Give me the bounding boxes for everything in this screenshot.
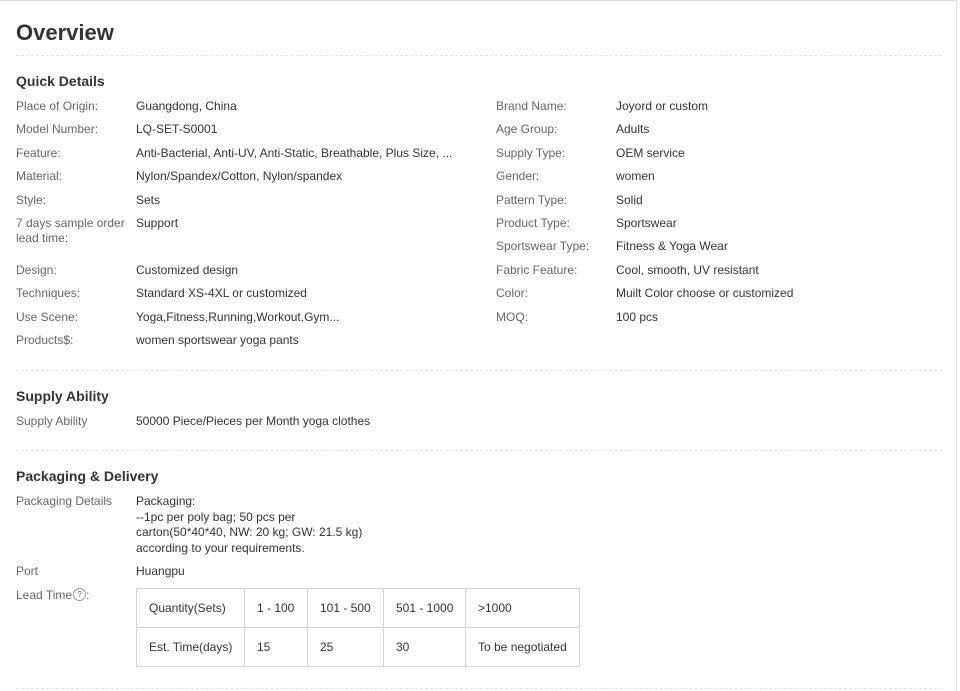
supply-ability-value: 50000 Piece/Pieces per Month yoga clothe… xyxy=(136,414,371,428)
detail-value-age-group: Adults xyxy=(616,122,650,136)
detail-label-feature: Feature: xyxy=(16,146,61,160)
detail-value-place-of-origin: Guangdong, China xyxy=(136,99,237,113)
detail-label-material: Material: xyxy=(16,169,63,183)
detail-label-product-type: Product Type: xyxy=(496,216,570,230)
detail-value-techniques: Standard XS-4XL or customized xyxy=(136,286,307,300)
lead-time-label-group: Lead Time?: xyxy=(16,588,128,603)
detail-value-use-scene: Yoga,Fitness,Running,Workout,Gym... xyxy=(136,310,340,324)
port-label: Port xyxy=(16,564,39,578)
packaging-details-line: according to your requirements. xyxy=(136,540,305,555)
port-value: Huangpu xyxy=(136,564,185,578)
detail-value-products: women sportswear yoga pants xyxy=(136,333,299,347)
detail-value-gender: women xyxy=(616,169,655,183)
table-row: Quantity(Sets) 1 - 100 101 - 500 501 - 1… xyxy=(136,588,580,628)
detail-value-model-number: LQ-SET-S0001 xyxy=(136,122,218,136)
detail-value-brand-name: Joyord or custom xyxy=(616,99,709,113)
packaging-details-line: Packaging: xyxy=(136,494,196,508)
packaging-details-value: Packaging: --1pc per poly bag; 50 pcs pe… xyxy=(136,494,362,556)
page-title: Overview xyxy=(16,20,114,45)
detail-label-moq: MOQ: xyxy=(496,310,528,324)
detail-label-gender: Gender: xyxy=(496,169,540,183)
detail-value-sportswear-type: Fitness & Yoga Wear xyxy=(616,239,728,253)
detail-label-style: Style: xyxy=(16,193,47,207)
table-cell: To be negotiated xyxy=(465,627,580,667)
detail-label-fabric-feature: Fabric Feature: xyxy=(496,263,578,277)
divider xyxy=(16,370,942,371)
table-header-cell: >1000 xyxy=(465,588,580,628)
detail-label-model-number: Model Number: xyxy=(16,122,99,136)
table-cell: Est. Time(days) xyxy=(136,627,245,667)
detail-value-color: Muilt Color choose or customized xyxy=(616,286,794,300)
detail-value-style: Sets xyxy=(136,193,161,207)
divider xyxy=(16,55,942,56)
detail-label-use-scene: Use Scene: xyxy=(16,310,79,324)
table-cell: 25 xyxy=(307,627,384,667)
detail-value-product-type: Sportswear xyxy=(616,216,677,230)
detail-value-pattern-type: Solid xyxy=(616,193,643,207)
detail-value-feature: Anti-Bacterial, Anti-UV, Anti-Static, Br… xyxy=(136,146,453,160)
detail-value-fabric-feature: Cool, smooth, UV resistant xyxy=(616,263,759,277)
detail-value-supply-type: OEM service xyxy=(616,146,685,160)
quick-details-heading: Quick Details xyxy=(16,73,105,89)
lead-time-label: Lead Time xyxy=(16,588,73,602)
detail-label-products: Products$: xyxy=(16,333,74,347)
lead-time-colon: : xyxy=(86,588,90,602)
lead-time-table: Quantity(Sets) 1 - 100 101 - 500 501 - 1… xyxy=(136,588,580,667)
packaging-details-line: carton(50*40*40, NW: 20 kg; GW: 21.5 kg) xyxy=(136,525,363,539)
table-header-cell: 101 - 500 xyxy=(307,588,384,628)
packaging-details-line: --1pc per poly bag; 50 pcs per xyxy=(136,509,296,524)
divider xyxy=(16,688,942,689)
detail-value-material: Nylon/Spandex/Cotton, Nylon/spandex xyxy=(136,169,343,183)
table-header-cell: 501 - 1000 xyxy=(383,588,466,628)
detail-label-design: Design: xyxy=(16,263,57,277)
detail-label-pattern-type: Pattern Type: xyxy=(496,193,568,207)
supply-ability-heading: Supply Ability xyxy=(16,388,109,404)
supply-ability-label: Supply Ability xyxy=(16,414,88,428)
detail-label-supply-type: Supply Type: xyxy=(496,146,566,160)
detail-label-brand-name: Brand Name: xyxy=(496,99,567,113)
help-icon[interactable]: ? xyxy=(73,588,87,602)
detail-label-color: Color: xyxy=(496,286,529,300)
packaging-details-label: Packaging Details xyxy=(16,494,113,508)
divider xyxy=(16,450,942,451)
detail-value-moq: 100 pcs xyxy=(616,310,659,324)
table-cell: 15 xyxy=(244,627,308,667)
detail-label-techniques: Techniques: xyxy=(16,286,81,300)
table-header-cell: Quantity(Sets) xyxy=(136,588,245,628)
detail-value-sample-lead-time: Support xyxy=(136,216,179,230)
detail-label-sample-lead-time: 7 days sample order lead time: xyxy=(16,216,125,245)
table-cell: 30 xyxy=(383,627,466,667)
table-row: Est. Time(days) 15 25 30 To be negotiate… xyxy=(136,627,580,667)
detail-label-age-group: Age Group: xyxy=(496,122,558,136)
packaging-heading: Packaging & Delivery xyxy=(16,468,159,484)
detail-label-sportswear-type: Sportswear Type: xyxy=(496,239,590,253)
detail-label-place-of-origin: Place of Origin: xyxy=(16,99,99,113)
table-header-cell: 1 - 100 xyxy=(244,588,308,628)
detail-value-design: Customized design xyxy=(136,263,239,277)
